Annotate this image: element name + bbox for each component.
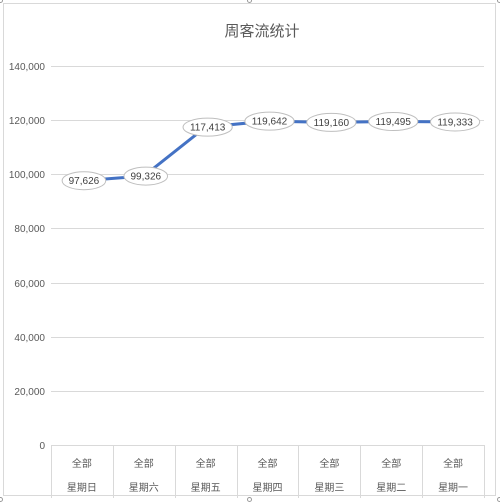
y-tick-label: 80,000 <box>14 224 45 235</box>
y-axis: 0 20,000 40,000 60,000 80,000 100,000 120,000 1… <box>9 62 46 452</box>
category-label-group: 全部 <box>319 457 339 470</box>
data-label: 97,626 <box>61 171 107 191</box>
data-label: 119,495 <box>368 112 419 132</box>
y-tick-label: 20,000 <box>14 387 45 398</box>
category-label-day: 星期五 <box>191 482 221 494</box>
data-label-text: 119,160 <box>314 118 350 129</box>
data-label: 119,160 <box>306 112 357 132</box>
category-label-group: 全部 <box>196 457 216 470</box>
y-tick-label: 60,000 <box>14 279 45 290</box>
category-label-group: 全部 <box>381 457 401 470</box>
y-tick-label: 0 <box>39 441 45 452</box>
data-label: 119,642 <box>244 111 295 131</box>
data-label-text: 97,626 <box>69 176 100 187</box>
data-label: 117,413 <box>182 117 233 137</box>
category-label-day: 星期三 <box>314 482 344 494</box>
data-labels: 97,626 99,326 117,413 119,642 119,160 119,495… <box>61 111 481 191</box>
data-label-text: 117,413 <box>190 123 226 134</box>
y-tick-label: 120,000 <box>9 116 46 127</box>
y-tick-label: 100,000 <box>9 170 46 181</box>
category-label-group: 全部 <box>258 457 278 470</box>
category-label-group: 全部 <box>443 457 463 470</box>
data-label-text: 119,495 <box>376 117 412 128</box>
data-label-text: 119,642 <box>252 117 288 128</box>
chart-area[interactable]: 周客流统计 0 20,000 40,000 60,000 80,000 100,000 12… <box>3 3 496 498</box>
y-tick-label: 140,000 <box>9 62 46 73</box>
line-chart: 周客流统计 0 20,000 40,000 60,000 80,000 100,000 12… <box>9 22 485 498</box>
data-label-text: 99,326 <box>130 172 161 183</box>
y-tick-label: 40,000 <box>14 333 45 344</box>
category-label-group: 全部 <box>72 457 92 470</box>
category-label-day: 星期六 <box>129 482 159 494</box>
category-label-day: 星期日 <box>67 482 97 494</box>
data-label: 119,333 <box>429 112 481 132</box>
category-label-day: 星期一 <box>438 482 468 494</box>
chart-title: 周客流统计 <box>224 22 299 40</box>
category-label-day: 星期四 <box>253 482 283 494</box>
data-label: 99,326 <box>123 166 169 186</box>
data-label-text: 119,333 <box>437 117 473 128</box>
x-axis: 全部星期日 全部星期六 全部星期五 全部星期四 全部星期三 全部星期二 全部星期一 <box>51 445 485 498</box>
category-label-group: 全部 <box>134 457 154 470</box>
category-label-day: 星期二 <box>376 482 406 494</box>
